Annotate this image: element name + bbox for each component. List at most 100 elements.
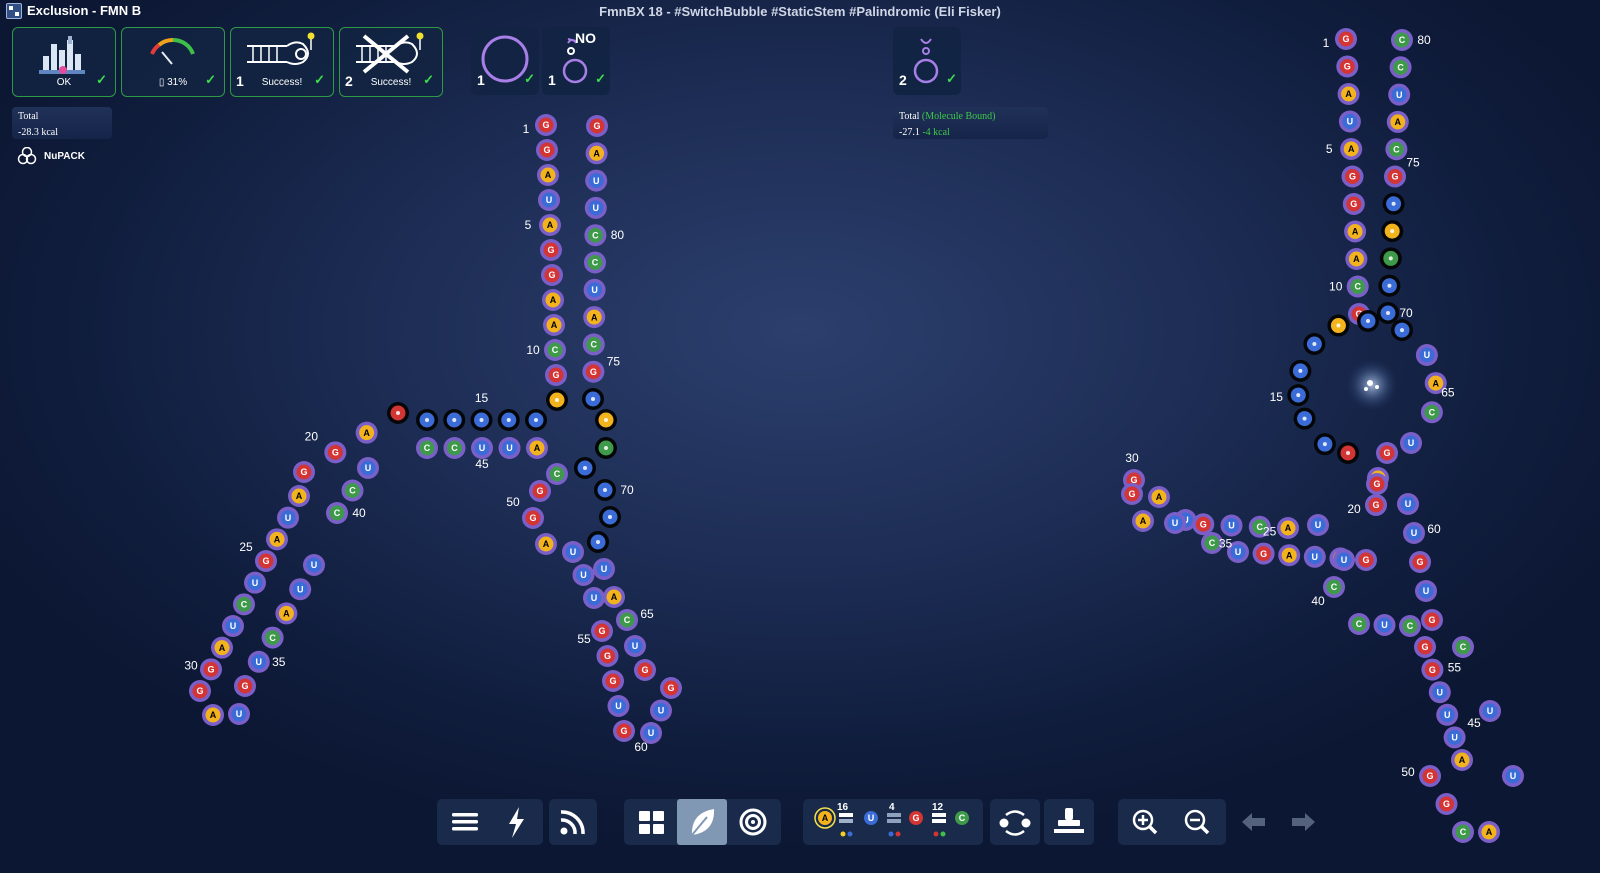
nucleotide[interactable]: G bbox=[1414, 636, 1436, 658]
nucleotide[interactable] bbox=[1327, 314, 1350, 337]
nucleotide[interactable]: U bbox=[538, 189, 560, 211]
nucleotide[interactable]: G bbox=[582, 360, 605, 383]
nucleotide[interactable]: C bbox=[1399, 615, 1421, 637]
boost-button[interactable] bbox=[491, 799, 541, 845]
nucleotide[interactable]: C bbox=[1391, 29, 1413, 51]
nucleotide[interactable]: U bbox=[1502, 765, 1524, 787]
nucleotide[interactable]: G bbox=[1342, 193, 1365, 215]
nucleotide[interactable]: A bbox=[288, 485, 310, 507]
nucleotide[interactable]: C bbox=[1348, 613, 1370, 635]
nucleotide[interactable]: U bbox=[607, 695, 630, 717]
nucleotide[interactable]: G bbox=[540, 239, 562, 261]
nucleotide[interactable]: U bbox=[572, 564, 595, 586]
nucleotide[interactable]: U bbox=[303, 554, 325, 576]
nucleotide[interactable]: U bbox=[247, 650, 270, 673]
nucleotide[interactable]: G bbox=[536, 139, 558, 161]
nucleotide[interactable]: U bbox=[228, 703, 250, 725]
palette-base-a[interactable]: A bbox=[814, 807, 836, 829]
nucleotide[interactable]: A bbox=[1451, 749, 1473, 771]
nucleotide[interactable] bbox=[599, 506, 621, 528]
nucleotide[interactable]: A bbox=[542, 289, 564, 311]
nucleotide[interactable] bbox=[1381, 220, 1404, 243]
rna-structure-left[interactable]: G G A U A G G A A C G A G G A U A G U C U A G G A U G U C A U U C C U C C U U A… bbox=[184, 114, 682, 754]
rna-canvas[interactable]: GGAUAGGAACGAGGAUAGUCUAGGA UGUCAUUCCUC C U U A… bbox=[0, 0, 1600, 873]
nucleotide[interactable]: U bbox=[1415, 580, 1437, 602]
zoom-out-button[interactable] bbox=[1172, 799, 1222, 845]
nucleotide[interactable] bbox=[1293, 407, 1316, 430]
nucleotide[interactable] bbox=[594, 479, 616, 501]
nucleotide[interactable]: U bbox=[1400, 432, 1422, 454]
nucleotide[interactable]: U bbox=[289, 578, 312, 601]
nucleotide[interactable]: G bbox=[634, 659, 656, 681]
nucleotide[interactable] bbox=[1289, 359, 1312, 382]
nucleotide[interactable]: U bbox=[1307, 514, 1329, 536]
nucleotide[interactable] bbox=[525, 409, 547, 431]
nucleotide[interactable]: G bbox=[200, 658, 222, 681]
palette-base-c[interactable]: C bbox=[955, 811, 969, 825]
nucleotide[interactable]: G bbox=[1384, 165, 1406, 188]
nucleotide[interactable]: A bbox=[1345, 248, 1368, 270]
nucleotide[interactable] bbox=[1357, 310, 1379, 332]
nucleotide[interactable]: A bbox=[1277, 517, 1299, 539]
nucleotide[interactable]: C bbox=[1452, 821, 1474, 843]
nucleotide[interactable]: A bbox=[275, 602, 298, 625]
nucleotide[interactable]: U bbox=[244, 571, 266, 594]
nucleotide[interactable]: U bbox=[222, 615, 244, 637]
nucleotide[interactable]: U bbox=[1479, 700, 1501, 722]
nucleotide[interactable]: G bbox=[1341, 165, 1364, 188]
nucleotide[interactable]: G bbox=[522, 507, 544, 529]
nucleotide[interactable] bbox=[595, 409, 617, 431]
nucleotide[interactable]: C bbox=[1420, 401, 1443, 424]
redo-button[interactable] bbox=[1278, 799, 1328, 845]
rna-structure-right[interactable]: GGAUAGGAACGAGGAUAGUCUAGGAUGUCAUUCCUCCUUA… bbox=[1121, 28, 1524, 843]
nucleotide[interactable] bbox=[582, 388, 604, 410]
nucleotide[interactable]: A bbox=[1132, 510, 1154, 532]
nucleotide[interactable]: A bbox=[1340, 138, 1363, 160]
nucleotide[interactable]: G bbox=[234, 675, 256, 697]
nucleotide[interactable]: C bbox=[233, 593, 255, 616]
nucleotide[interactable]: G bbox=[1336, 55, 1359, 78]
nucleotide[interactable]: U bbox=[1415, 344, 1438, 366]
nucleotide[interactable]: U bbox=[1403, 522, 1425, 544]
nucleotide[interactable]: A bbox=[526, 437, 548, 459]
nucleotide[interactable]: U bbox=[650, 699, 672, 722]
nucleotide[interactable]: C bbox=[341, 479, 364, 502]
nucleotide[interactable] bbox=[416, 409, 438, 431]
nucleotide[interactable]: A bbox=[1386, 110, 1409, 133]
nucleotide[interactable] bbox=[470, 409, 493, 431]
nucleotide[interactable]: G bbox=[293, 461, 315, 483]
nucleotide[interactable]: U bbox=[1428, 681, 1451, 704]
nucleotide[interactable]: G bbox=[1335, 28, 1357, 50]
nucleotide[interactable]: G bbox=[529, 480, 551, 502]
nucleotide[interactable]: A bbox=[202, 704, 224, 726]
nucleotide[interactable]: G bbox=[1366, 473, 1388, 495]
nucleotide[interactable] bbox=[574, 457, 596, 479]
nucleotide[interactable]: C bbox=[1385, 138, 1408, 161]
nucleotide[interactable]: C bbox=[1389, 56, 1412, 79]
nucleotide[interactable]: C bbox=[1323, 576, 1345, 598]
nucleotide[interactable]: G bbox=[1192, 513, 1215, 536]
nucleotide[interactable]: G bbox=[1421, 658, 1444, 681]
nucleotide[interactable]: G bbox=[586, 115, 608, 137]
nucleotide[interactable]: C bbox=[261, 626, 284, 649]
nucleotide[interactable] bbox=[595, 437, 617, 459]
nucleotide[interactable]: A bbox=[603, 586, 625, 608]
nucleotide[interactable]: U bbox=[562, 541, 584, 563]
nucleotide[interactable]: U bbox=[277, 506, 299, 529]
nucleotide[interactable] bbox=[1303, 333, 1326, 356]
nucleotide[interactable]: A bbox=[1278, 544, 1301, 567]
zoom-in-button[interactable] bbox=[1120, 799, 1170, 845]
nucleotide[interactable]: A bbox=[543, 314, 565, 336]
nucleotide[interactable]: G bbox=[1365, 494, 1387, 516]
undo-button[interactable] bbox=[1228, 799, 1278, 845]
nucleotide[interactable]: A bbox=[537, 164, 559, 186]
natural-mode-button[interactable] bbox=[677, 799, 727, 845]
nucleotide[interactable] bbox=[1287, 384, 1310, 407]
nucleotide[interactable]: C bbox=[1452, 636, 1474, 658]
nucleotide[interactable]: G bbox=[602, 670, 624, 692]
nucleotide[interactable]: G bbox=[541, 264, 563, 286]
nucleotide[interactable]: A bbox=[535, 533, 557, 555]
nucleotide[interactable]: C bbox=[1346, 275, 1369, 298]
nucleotide[interactable]: A bbox=[1344, 220, 1367, 243]
nucleotide[interactable] bbox=[443, 409, 466, 431]
